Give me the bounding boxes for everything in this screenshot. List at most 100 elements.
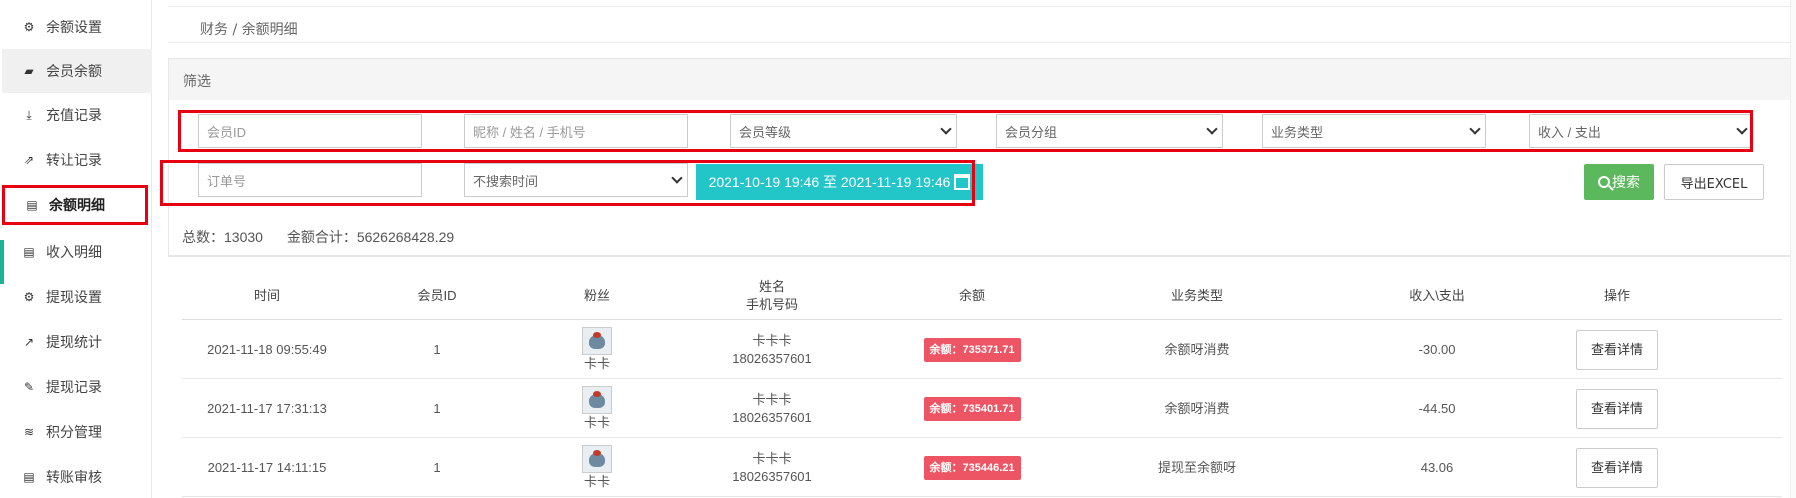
pencil-icon: ✎ xyxy=(23,380,35,394)
date-range-text: 2021-10-19 19:46 至 2021-11-19 19:46 xyxy=(708,174,951,190)
member-group-value: 会员分组 xyxy=(1005,124,1058,140)
cell-time: 2021-11-18 09:55:49 xyxy=(207,341,327,357)
cell-name-phone: 卡卡卡 18026357601 xyxy=(672,320,872,379)
sidebar-item-label: 转账审核 xyxy=(46,470,102,486)
database-icon: ≋ xyxy=(23,425,35,439)
cell-time: 2021-11-17 17:31:13 xyxy=(207,400,327,416)
sidebar-item-recharge-records[interactable]: ⤓ 充值记录 xyxy=(2,93,152,137)
chevron-down-icon xyxy=(1469,123,1481,135)
export-excel-button[interactable]: 导出EXCEL xyxy=(1664,164,1764,200)
cell-fans: 卡卡 xyxy=(522,320,672,379)
fans-name: 卡卡 xyxy=(583,414,610,430)
calendar-icon xyxy=(954,174,971,190)
total-count: 总数：13030 xyxy=(182,229,263,245)
column-header-business-type: 业务类型 xyxy=(1170,288,1223,303)
sidebar-item-withdraw-settings[interactable]: ⚙ 提现设置 xyxy=(2,275,152,319)
sidebar-item-label: 会员余额 xyxy=(46,64,102,80)
cell-name-phone: 卡卡卡 18026357601 xyxy=(672,379,872,438)
sidebar-item-income-details[interactable]: ▤ 收入明细 xyxy=(2,230,152,274)
cell-amount: 43.06 xyxy=(1420,459,1454,475)
business-type-select[interactable]: 业务类型 xyxy=(1262,114,1486,148)
member-level-value: 会员等级 xyxy=(739,124,792,140)
sidebar-item-label: 转让记录 xyxy=(46,153,102,169)
view-details-button[interactable]: 查看详情 xyxy=(1576,388,1658,429)
sidebar-item-balance-details[interactable]: ▤ 余额明细 xyxy=(2,185,148,225)
document-icon: ▤ xyxy=(23,245,35,259)
chevron-down-icon xyxy=(671,172,683,184)
summary-stats: 总数：13030 金额合计：5626268428.29 xyxy=(182,227,474,247)
sidebar-item-label: 提现记录 xyxy=(46,380,102,396)
sidebar-item-points-management[interactable]: ≋ 积分管理 xyxy=(2,410,152,454)
sidebar-item-withdraw-records[interactable]: ✎ 提现记录 xyxy=(2,365,152,409)
avatar[interactable] xyxy=(582,444,612,473)
sidebar-item-label: 余额明细 xyxy=(49,198,105,214)
external-link-icon: ⇗ xyxy=(23,153,35,167)
member-name: 卡卡卡 xyxy=(752,332,792,348)
cell-balance: 余额：735401.71 xyxy=(872,379,1072,438)
column-header-phone: 手机号码 xyxy=(745,297,798,312)
member-group-select[interactable]: 会员分组 xyxy=(996,114,1223,148)
sidebar-item-member-balance[interactable]: ▰ 会员余额 xyxy=(2,49,152,93)
gear-icon: ⚙ xyxy=(23,290,35,304)
cell-balance: 余额：735446.21 xyxy=(872,438,1072,497)
scrollbar[interactable] xyxy=(1790,0,1796,498)
document-icon: ▤ xyxy=(23,470,35,484)
search-button[interactable]: 搜索 xyxy=(1584,164,1654,200)
column-header-name-phone: 姓名 手机号码 xyxy=(672,272,872,320)
cell-action: 查看详情 xyxy=(1552,438,1682,497)
filter-header: 筛选 xyxy=(168,58,1793,100)
cell-amount: -30.00 xyxy=(1418,341,1456,357)
member-id-placeholder: 会员ID xyxy=(207,124,247,140)
cell-member-id: 1 xyxy=(433,459,441,475)
time-search-select[interactable]: 不搜索时间 xyxy=(464,163,688,197)
member-phone: 18026357601 xyxy=(732,350,812,366)
cell-action: 查看详情 xyxy=(1552,379,1682,438)
download-icon: ⤓ xyxy=(26,107,32,122)
export-button-label: 导出EXCEL xyxy=(1680,176,1748,192)
view-details-button[interactable]: 查看详情 xyxy=(1576,447,1658,488)
sidebar-item-label: 积分管理 xyxy=(46,425,102,441)
sidebar-item-label: 收入明细 xyxy=(46,245,102,261)
cell-name-phone: 卡卡卡 18026357601 xyxy=(672,438,872,497)
member-id-input[interactable]: 会员ID xyxy=(198,114,422,148)
member-phone: 18026357601 xyxy=(732,409,812,425)
member-level-select[interactable]: 会员等级 xyxy=(730,114,957,148)
book-icon: ▰ xyxy=(24,64,34,78)
sidebar-item-label: 充值记录 xyxy=(46,108,102,124)
sidebar-item-label: 提现统计 xyxy=(46,335,102,351)
sidebar-item-withdraw-stats[interactable]: ↗ 提现统计 xyxy=(2,320,152,364)
cell-action: 查看详情 xyxy=(1552,320,1682,379)
main-content: 财务 / 余额明细 筛选 会员ID 昵称 / 姓名 / 手机号 会员等级 会员分… xyxy=(152,0,1796,498)
table-row: 2021-11-17 17:31:13 1 卡卡 卡卡卡 18026357601… xyxy=(182,379,1782,438)
cell-business-type: 提现至余额呀 xyxy=(1157,459,1236,475)
name-phone-input[interactable]: 昵称 / 姓名 / 手机号 xyxy=(464,114,688,148)
cell-member-id: 1 xyxy=(433,400,441,416)
cell-time: 2021-11-17 14:11:15 xyxy=(207,459,327,475)
order-number-input[interactable]: 订单号 xyxy=(198,163,422,197)
gear-icon: ⚙ xyxy=(23,20,35,34)
avatar[interactable] xyxy=(582,385,612,414)
sidebar-item-transfer-review[interactable]: ▤ 转账审核 xyxy=(2,455,152,498)
business-type-value: 业务类型 xyxy=(1271,124,1324,140)
avatar[interactable] xyxy=(582,326,612,355)
balance-badge: 余额：735446.21 xyxy=(923,455,1021,480)
search-button-label: 搜索 xyxy=(1612,175,1640,191)
date-range-button[interactable]: 2021-10-19 19:46 至 2021-11-19 19:46 xyxy=(696,164,983,200)
view-details-button[interactable]: 查看详情 xyxy=(1576,329,1658,370)
line-chart-icon: ↗ xyxy=(23,335,35,349)
column-header-time: 时间 xyxy=(253,288,280,303)
divider xyxy=(168,256,1793,257)
member-name: 卡卡卡 xyxy=(752,391,792,407)
filter-title: 筛选 xyxy=(183,74,211,90)
cell-business-type: 余额呀消费 xyxy=(1164,400,1230,416)
document-icon: ▤ xyxy=(26,198,38,212)
chevron-down-icon xyxy=(1736,123,1748,135)
cell-fans: 卡卡 xyxy=(522,438,672,497)
breadcrumb: 财务 / 余额明细 xyxy=(200,22,298,38)
cell-amount: -44.50 xyxy=(1418,400,1456,416)
table-row: 2021-11-17 14:11:15 1 卡卡 卡卡卡 18026357601… xyxy=(182,438,1782,497)
income-expense-select[interactable]: 收入 / 支出 xyxy=(1529,114,1753,148)
sidebar-item-transfer-records[interactable]: ⇗ 转让记录 xyxy=(2,138,152,182)
sidebar-item-balance-settings[interactable]: ⚙ 余额设置 xyxy=(2,5,152,49)
column-header-income-expense: 收入\支出 xyxy=(1409,288,1465,303)
